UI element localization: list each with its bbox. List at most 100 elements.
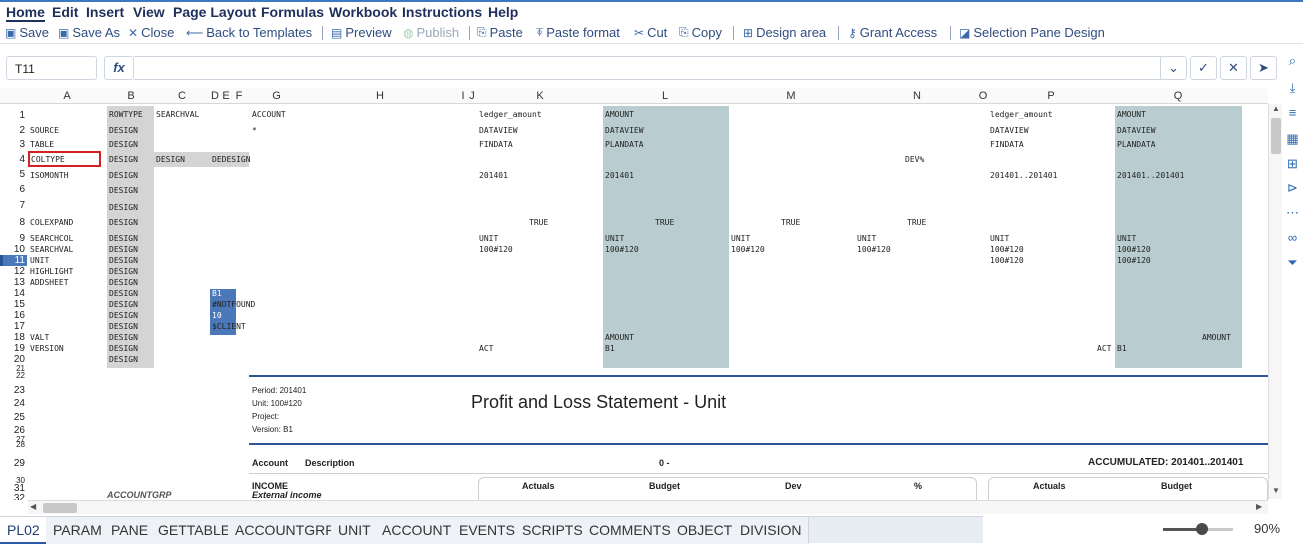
cell-l1[interactable]: AMOUNT [605, 110, 634, 120]
col-header-l[interactable]: L [630, 88, 700, 104]
cell-k19[interactable]: ACT [479, 344, 493, 354]
row-header[interactable]: 13 [0, 277, 27, 288]
tab-pane[interactable]: PANE [104, 517, 157, 544]
cell-p5[interactable]: 201401..201401 [990, 171, 1057, 181]
cell-p10[interactable]: 100#120 [990, 245, 1024, 255]
cell-a2[interactable]: SOURCE [30, 126, 59, 136]
tab-scripts[interactable]: SCRIPTS [515, 517, 591, 544]
cut-button[interactable]: ✂ Cut [634, 25, 667, 40]
menu-workbook[interactable]: Workbook [329, 4, 397, 20]
menu-home[interactable]: Home [6, 4, 45, 22]
cell-b15[interactable]: DESIGN [109, 300, 138, 310]
menu-formulas[interactable]: Formulas [261, 4, 324, 20]
tab-account[interactable]: ACCOUNT [375, 517, 460, 544]
horizontal-scrollbar[interactable]: ◀ ▶ [28, 500, 1268, 514]
row-header[interactable]: 8 [0, 217, 27, 228]
row-header[interactable]: 19 [0, 343, 27, 354]
cell-p11[interactable]: 100#120 [990, 256, 1024, 266]
tab-pl02[interactable]: PL02 [0, 517, 48, 544]
vertical-scroll-thumb[interactable] [1271, 118, 1281, 154]
zoom-find-icon[interactable]: ⌕ [1285, 53, 1300, 68]
filter-icon[interactable]: ⏷ [1285, 255, 1300, 270]
menu-instructions[interactable]: Instructions [402, 4, 482, 20]
cell-k2[interactable]: DATAVIEW [479, 126, 518, 136]
col-header-f[interactable]: F [232, 88, 246, 104]
row-header[interactable]: 7 [0, 200, 27, 211]
cell-d15[interactable]: #NOTFOUND [212, 300, 255, 310]
sliders-icon[interactable]: ≡ [1285, 105, 1300, 120]
col-header-n[interactable]: N [882, 88, 952, 104]
cell-n9[interactable]: UNIT [857, 234, 876, 244]
close-button[interactable]: ✕ Close [128, 25, 174, 40]
cell-p9[interactable]: UNIT [990, 234, 1009, 244]
cell-q5[interactable]: 201401..201401 [1117, 171, 1184, 181]
cell-q11[interactable]: 100#120 [1117, 256, 1151, 266]
cell-a10[interactable]: SEARCHVAL [30, 245, 73, 255]
save-as-button[interactable]: ▣ Save As [58, 25, 120, 40]
tab-gettable[interactable]: GETTABLE [151, 517, 239, 544]
cell-reference-box[interactable]: T11 [6, 56, 97, 80]
cell-m8[interactable]: TRUE [781, 218, 800, 228]
cell-b16[interactable]: DESIGN [109, 311, 138, 321]
cell-l10[interactable]: 100#120 [605, 245, 639, 255]
menu-insert[interactable]: Insert [86, 4, 124, 20]
cell-a5[interactable]: ISOMONTH [30, 171, 69, 181]
cell-b2[interactable]: DESIGN [109, 126, 138, 136]
cell-b6[interactable]: DESIGN [109, 186, 138, 196]
row-header[interactable]: 9 [0, 233, 27, 244]
cell-b1[interactable]: ROWTYPE [109, 110, 143, 120]
cell-a13[interactable]: ADDSHEET [30, 278, 69, 288]
cell-k5[interactable]: 201401 [479, 171, 508, 181]
paste-format-button[interactable]: ⍕ Paste format [536, 25, 620, 40]
row-header[interactable]: 5 [0, 169, 27, 180]
cell-b13[interactable]: DESIGN [109, 278, 138, 288]
row-header[interactable]: 32 [0, 493, 27, 500]
col-header-c[interactable]: C [157, 88, 207, 104]
cell-a11[interactable]: UNIT [30, 256, 49, 266]
tab-division[interactable]: DIVISION [733, 517, 810, 544]
grid-box-icon[interactable]: ⊞ [1285, 156, 1300, 171]
cell-k8[interactable]: TRUE [529, 218, 548, 228]
row-header[interactable]: 2 [0, 125, 27, 136]
tab-param[interactable]: PARAM [46, 517, 110, 544]
col-header-d[interactable]: D [210, 88, 220, 104]
cell-b10[interactable]: DESIGN [109, 245, 138, 255]
cell-g1[interactable]: ACCOUNT [252, 110, 286, 120]
cell-c1[interactable]: SEARCHVAL [156, 110, 199, 120]
cell-b12[interactable]: DESIGN [109, 267, 138, 277]
vertical-scrollbar[interactable]: ▲ ▼ [1268, 104, 1282, 499]
chevron-down-icon[interactable]: ⌄ [1160, 56, 1187, 80]
tab-unit[interactable]: UNIT [331, 517, 379, 544]
tab-object[interactable]: OBJECT [670, 517, 741, 544]
row-header[interactable]: 18 [0, 332, 27, 343]
cell-k10[interactable]: 100#120 [479, 245, 513, 255]
zoom-slider-handle[interactable] [1196, 523, 1208, 535]
col-header-o[interactable]: O [976, 88, 990, 104]
cell-b18[interactable]: DESIGN [109, 333, 138, 343]
cell-k3[interactable]: FINDATA [479, 140, 513, 150]
col-header-j[interactable]: J [468, 88, 476, 104]
send-icon[interactable]: ➤ [1250, 56, 1277, 80]
col-header-h[interactable]: H [340, 88, 420, 104]
col-header-g[interactable]: G [249, 88, 304, 104]
cell-m10[interactable]: 100#120 [731, 245, 765, 255]
cell-p2[interactable]: DATAVIEW [990, 126, 1029, 136]
row-header[interactable]: 10 [0, 244, 27, 255]
cell-b19[interactable]: DESIGN [109, 344, 138, 354]
menu-help[interactable]: Help [488, 4, 518, 20]
link-icon[interactable]: ∞ [1285, 230, 1300, 245]
cell-b14[interactable]: DESIGN [109, 289, 138, 299]
cell-d4[interactable]: DEDESIGN [212, 155, 251, 165]
preview-button[interactable]: ▤ Preview [331, 25, 392, 40]
row-header[interactable]: 14 [0, 288, 27, 299]
col-header-m[interactable]: M [756, 88, 826, 104]
cell-l2[interactable]: DATAVIEW [605, 126, 644, 136]
cancel-icon[interactable]: ✕ [1220, 56, 1247, 80]
row-header[interactable]: 1 [0, 110, 27, 121]
menu-edit[interactable]: Edit [52, 4, 78, 20]
cell-g2[interactable]: * [252, 126, 257, 136]
comment-icon[interactable]: ⋯ [1285, 205, 1300, 220]
cell-p19[interactable]: ACT [1097, 344, 1111, 354]
confirm-icon[interactable]: ✓ [1190, 56, 1217, 80]
tab-comments[interactable]: COMMENTS [582, 517, 679, 544]
